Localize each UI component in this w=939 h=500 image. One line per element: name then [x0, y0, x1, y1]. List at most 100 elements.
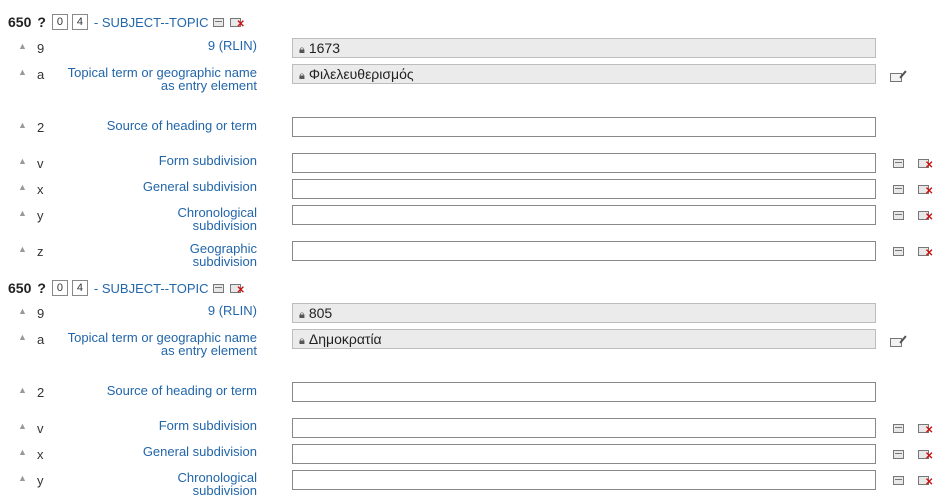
subfield-code: v [37, 156, 44, 171]
delete-icon[interactable]: ✕ [918, 244, 933, 259]
clone-icon[interactable] [893, 182, 904, 197]
delete-icon[interactable]: ✕ [918, 208, 933, 223]
subfield-value-input[interactable] [292, 382, 876, 402]
tag-description: - SUBJECT--TOPIC [93, 14, 209, 30]
subfield-row-x: ▲ x General subdivision ✕ [0, 179, 939, 199]
subfield-label: Source of heading or term [106, 118, 257, 133]
subfield-row-2: ▲ 2 Source of heading or term [0, 117, 939, 147]
delete-icon[interactable]: ✕ [918, 447, 933, 462]
move-up-icon[interactable]: ▲ [18, 385, 27, 395]
subfield-code: 2 [37, 385, 45, 400]
tag-number: 650 [8, 280, 32, 296]
indicator-2-input[interactable]: 4 [71, 280, 88, 296]
subfield-value-input[interactable]: 🔒︎ 805 [292, 303, 876, 323]
subfield-value-input[interactable]: 🔒︎ 1673 [292, 38, 876, 58]
subfield-value-input[interactable] [292, 179, 876, 199]
subfield-value-input[interactable] [292, 205, 876, 225]
lock-icon: 🔒︎ [299, 44, 305, 56]
subfield-label: 9 (RLIN) [207, 38, 257, 53]
subfield-value-input[interactable] [292, 153, 876, 173]
tag-header: 650 ? 0 4 - SUBJECT--TOPIC ✕ [8, 11, 245, 33]
subfield-label: Form subdivision [158, 418, 257, 433]
clone-icon[interactable] [893, 156, 904, 171]
subfield-code: z [37, 244, 44, 259]
delete-field-icon[interactable]: ✕ [229, 283, 245, 295]
subfield-label: Chronological subdivision [177, 205, 258, 233]
subfield-value-input[interactable] [292, 470, 876, 490]
subfield-row-v: ▲ v Form subdivision ✕ [0, 153, 939, 173]
subfield-code: a [37, 67, 45, 82]
subfield-code: 9 [37, 41, 45, 56]
subfield-code: x [37, 182, 44, 197]
clone-icon[interactable] [893, 208, 904, 223]
subfield-code: a [37, 332, 45, 347]
subfield-label: General subdivision [142, 444, 257, 459]
subfield-row-x: ▲ x General subdivision ✕ [0, 444, 939, 464]
clone-field-icon[interactable] [212, 17, 224, 27]
subfield-label: Chronological subdivision [177, 470, 258, 498]
tag-help-link[interactable]: ? [37, 14, 46, 30]
subfield-label: 9 (RLIN) [207, 303, 257, 318]
subfield-code: y [37, 208, 44, 223]
move-up-icon[interactable]: ▲ [18, 120, 27, 130]
subfield-value-input[interactable] [292, 241, 876, 261]
subfield-label: Source of heading or term [106, 383, 257, 398]
move-up-icon[interactable]: ▲ [18, 67, 27, 77]
subfield-value-input[interactable] [292, 117, 876, 137]
subfield-value-input[interactable] [292, 444, 876, 464]
subfield-code: 9 [37, 306, 45, 321]
subfield-label: Topical term or geographic name as entry… [67, 65, 257, 93]
delete-icon[interactable]: ✕ [918, 182, 933, 197]
subfield-code: x [37, 447, 44, 462]
subfield-row-y: ▲ y Chronological subdivision ✕ [0, 470, 939, 500]
subfield-label: Topical term or geographic name as entry… [67, 330, 257, 358]
move-up-icon[interactable]: ▲ [18, 244, 27, 254]
subfield-value-input[interactable] [292, 418, 876, 438]
subfield-label: Geographic subdivision [189, 241, 257, 269]
delete-field-icon[interactable]: ✕ [229, 17, 245, 29]
move-up-icon[interactable]: ▲ [18, 473, 27, 483]
clone-icon[interactable] [893, 447, 904, 462]
move-up-icon[interactable]: ▲ [18, 421, 27, 431]
subfield-row-a: ▲ a Topical term or geographic name as e… [0, 64, 939, 110]
lock-icon: 🔒︎ [299, 335, 305, 347]
subfield-row-9: ▲ 9 9 (RLIN) 🔒︎ 1673 [0, 38, 939, 58]
subfield-label: General subdivision [142, 179, 257, 194]
move-up-icon[interactable]: ▲ [18, 182, 27, 192]
subfield-value-input[interactable]: 🔒︎ Δημοκρατία [292, 329, 876, 349]
subfield-code: y [37, 473, 44, 488]
subfield-code: 2 [37, 120, 45, 135]
move-up-icon[interactable]: ▲ [18, 306, 27, 316]
clone-icon[interactable] [893, 421, 904, 436]
subfield-row-y: ▲ y Chronological subdivision ✕ [0, 205, 939, 235]
subfield-row-z: ▲ z Geographic subdivision ✕ [0, 241, 939, 271]
edit-icon[interactable] [890, 70, 902, 85]
move-up-icon[interactable]: ▲ [18, 156, 27, 166]
clone-icon[interactable] [893, 473, 904, 488]
subfield-row-v: ▲ v Form subdivision ✕ [0, 418, 939, 438]
lock-icon: 🔒︎ [299, 309, 305, 321]
move-up-icon[interactable]: ▲ [18, 447, 27, 457]
indicator-2-input[interactable]: 4 [71, 14, 88, 30]
tag-description: - SUBJECT--TOPIC [93, 280, 209, 296]
delete-icon[interactable]: ✕ [918, 421, 933, 436]
subfield-value-input[interactable]: 🔒︎ Φιλελευθερισμός [292, 64, 876, 84]
tag-header: 650 ? 0 4 - SUBJECT--TOPIC ✕ [8, 277, 245, 299]
subfield-code: v [37, 421, 44, 436]
move-up-icon[interactable]: ▲ [18, 208, 27, 218]
delete-icon[interactable]: ✕ [918, 473, 933, 488]
lock-icon: 🔒︎ [299, 70, 305, 82]
clone-icon[interactable] [893, 244, 904, 259]
indicator-1-input[interactable]: 0 [51, 280, 68, 296]
indicator-1-input[interactable]: 0 [51, 14, 68, 30]
move-up-icon[interactable]: ▲ [18, 41, 27, 51]
edit-icon[interactable] [890, 335, 902, 350]
delete-icon[interactable]: ✕ [918, 156, 933, 171]
tag-number: 650 [8, 14, 32, 30]
clone-field-icon[interactable] [212, 283, 224, 293]
subfield-row-2: ▲ 2 Source of heading or term [0, 382, 939, 412]
subfield-label: Form subdivision [158, 153, 257, 168]
subfield-row-a: ▲ a Topical term or geographic name as e… [0, 329, 939, 375]
move-up-icon[interactable]: ▲ [18, 332, 27, 342]
tag-help-link[interactable]: ? [37, 280, 46, 296]
